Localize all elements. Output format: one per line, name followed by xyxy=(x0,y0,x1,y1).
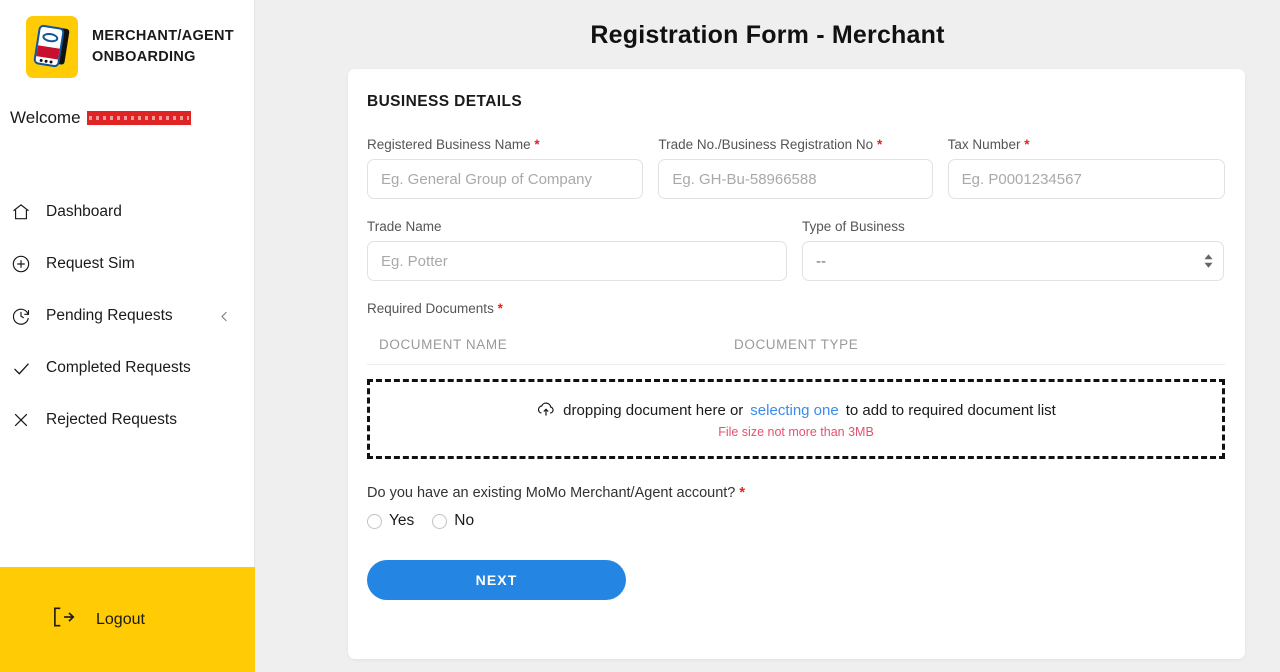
section-title-business-details: BUSINESS DETAILS xyxy=(367,93,523,110)
plus-circle-icon xyxy=(10,253,32,275)
sidebar-nav: Dashboard Request Sim Pending Requests C… xyxy=(0,186,254,446)
required-marker: * xyxy=(1024,137,1030,152)
logout-arrow-icon xyxy=(50,604,76,635)
required-documents-section: Required Documents * DOCUMENT NAME DOCUM… xyxy=(367,301,1225,459)
form-row-2: Trade Name Type of Business -- xyxy=(367,219,1225,281)
field-registered-business-name: Registered Business Name * xyxy=(367,137,644,199)
label-text: Registered Business Name xyxy=(367,137,531,152)
home-icon xyxy=(10,201,32,223)
required-marker: * xyxy=(739,485,746,501)
app-root: MERCHANT/AGENT ONBOARDING Welcome Dashbo… xyxy=(0,0,1280,672)
label-text: Tax Number xyxy=(947,137,1021,152)
column-header-document-name: DOCUMENT NAME xyxy=(379,337,508,352)
existing-account-question: Do you have an existing MoMo Merchant/Ag… xyxy=(367,485,1225,501)
chevron-left-icon[interactable] xyxy=(217,309,232,324)
close-x-icon xyxy=(10,409,32,431)
welcome-label: Welcome xyxy=(10,108,81,127)
field-tax-number: Tax Number * xyxy=(947,137,1225,199)
dropzone-text-before: dropping document here or xyxy=(563,401,744,419)
clock-icon xyxy=(10,305,32,327)
label-text: Required Documents xyxy=(367,301,494,316)
trade-no-input[interactable] xyxy=(658,159,933,199)
welcome-greeting: Welcome xyxy=(0,78,254,128)
field-label: Trade No./Business Registration No * xyxy=(658,137,932,152)
radio-option-no[interactable]: No xyxy=(432,512,474,530)
sidebar-item-label: Pending Requests xyxy=(46,307,173,324)
brand-title: MERCHANT/AGENT ONBOARDING xyxy=(92,28,234,65)
sidebar-item-label: Request Sim xyxy=(46,255,135,272)
field-label: Tax Number * xyxy=(948,137,1225,152)
logout-button[interactable]: Logout xyxy=(0,567,255,672)
field-label: Trade Name xyxy=(367,219,442,234)
radio-option-yes[interactable]: Yes xyxy=(367,512,414,530)
trade-name-input[interactable] xyxy=(367,241,787,281)
required-marker: * xyxy=(534,137,540,152)
type-of-business-select-wrap: -- xyxy=(802,241,1224,281)
sidebar-item-label: Dashboard xyxy=(46,203,122,220)
existing-account-radio-group: Yes No xyxy=(367,512,1225,530)
sidebar: MERCHANT/AGENT ONBOARDING Welcome Dashbo… xyxy=(0,0,255,672)
radio-label: No xyxy=(454,512,475,529)
question-text: Do you have an existing MoMo Merchant/Ag… xyxy=(367,485,736,501)
check-icon xyxy=(10,357,32,379)
sidebar-item-label: Rejected Requests xyxy=(46,411,177,428)
radio-label: Yes xyxy=(389,512,415,529)
brand: MERCHANT/AGENT ONBOARDING xyxy=(0,0,254,78)
document-dropzone[interactable]: dropping document here or selecting one … xyxy=(367,379,1225,459)
page-title: Registration Form - Merchant xyxy=(590,21,945,49)
field-trade-no: Trade No./Business Registration No * xyxy=(658,137,933,199)
sidebar-item-dashboard[interactable]: Dashboard xyxy=(0,186,254,238)
main-content: Registration Form - Merchant BUSINESS DE… xyxy=(255,0,1280,672)
field-type-of-business: Type of Business -- xyxy=(802,219,1224,281)
label-text: Trade No./Business Registration No xyxy=(658,137,874,152)
registered-business-name-input[interactable] xyxy=(367,159,644,199)
momo-phone-logo-icon xyxy=(26,16,78,78)
form-row-1: Registered Business Name * Trade No./Bus… xyxy=(367,137,1225,199)
logout-label: Logout xyxy=(96,610,145,628)
sidebar-item-request-sim[interactable]: Request Sim xyxy=(0,238,254,290)
sidebar-item-completed-requests[interactable]: Completed Requests xyxy=(0,342,254,394)
sidebar-item-rejected-requests[interactable]: Rejected Requests xyxy=(0,394,254,446)
documents-table-header: DOCUMENT NAME DOCUMENT TYPE xyxy=(367,323,1225,365)
sidebar-item-label: Completed Requests xyxy=(46,359,191,376)
radio-circle-icon[interactable] xyxy=(367,513,382,529)
required-marker: * xyxy=(876,137,883,152)
dropzone-filesize-note: File size not more than 3MB xyxy=(718,424,874,439)
cloud-upload-icon xyxy=(536,400,556,421)
radio-circle-icon[interactable] xyxy=(432,513,448,529)
field-trade-name: Trade Name xyxy=(367,219,787,281)
dropzone-main-text: dropping document here or selecting one … xyxy=(536,400,1056,421)
tax-number-input[interactable] xyxy=(947,159,1225,199)
dropzone-select-file-link[interactable]: selecting one xyxy=(750,402,838,419)
registration-form-card: BUSINESS DETAILS Registered Business Nam… xyxy=(348,69,1245,659)
field-label: Type of Business xyxy=(802,219,905,234)
welcome-username-redacted xyxy=(86,111,191,125)
next-button[interactable]: NEXT xyxy=(367,560,626,600)
required-marker: * xyxy=(497,301,503,316)
required-documents-label: Required Documents * xyxy=(367,301,1225,316)
dropzone-text-after: to add to required document list xyxy=(845,401,1056,419)
sidebar-item-pending-requests[interactable]: Pending Requests xyxy=(0,290,254,342)
field-label: Registered Business Name * xyxy=(367,137,643,152)
column-header-document-type: DOCUMENT TYPE xyxy=(734,337,859,352)
type-of-business-select[interactable]: -- xyxy=(802,241,1224,281)
